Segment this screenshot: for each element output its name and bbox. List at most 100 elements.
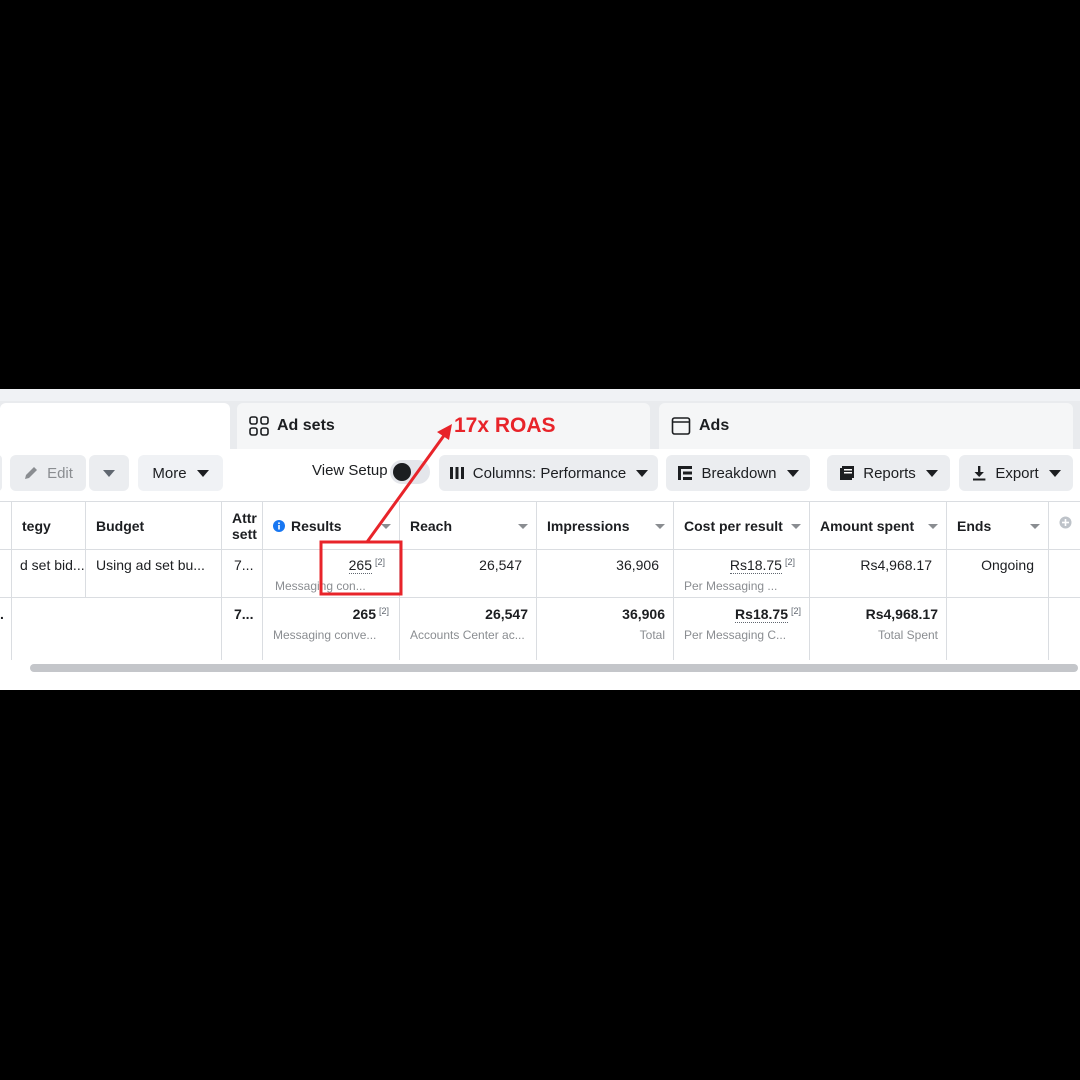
summary-lead-cell: .: [0, 598, 12, 660]
summary-amount-spent: Rs4,968.17 Total Spent: [810, 598, 947, 660]
header-results-label: Results: [291, 518, 342, 534]
more-label: More: [152, 464, 187, 482]
header-cost-per-result[interactable]: Cost per result: [674, 502, 810, 549]
summary-cost-value[interactable]: Rs18.75: [735, 606, 788, 623]
tab-ads-label: Ads: [699, 417, 730, 434]
header-ends-label: Ends: [957, 518, 992, 534]
summary-cost-subtext: Per Messaging C...: [684, 628, 787, 642]
chevron-down-icon: [786, 469, 799, 477]
summary-results-subtext: Messaging conve...: [273, 628, 377, 642]
breakdown-button[interactable]: Breakdown: [666, 455, 810, 491]
header-results[interactable]: Results: [263, 502, 400, 549]
header-impressions-label: Impressions: [547, 518, 630, 534]
breakdown-label: Breakdown: [701, 464, 777, 482]
cell-results[interactable]: 265 [2] Messaging con...: [263, 549, 400, 597]
header-reach[interactable]: Reach: [400, 502, 537, 549]
cost-ref: [2]: [784, 557, 795, 567]
summary-impressions-subtext: Total: [639, 628, 665, 642]
summary-reach-subtext: Accounts Center ac...: [410, 628, 525, 642]
row-select-cell[interactable]: [0, 549, 12, 597]
sort-icon[interactable]: [381, 524, 391, 529]
sort-icon[interactable]: [1030, 524, 1040, 529]
header-ends[interactable]: Ends: [947, 502, 1049, 549]
sort-icon[interactable]: [518, 524, 528, 529]
header-amount-spent[interactable]: Amount spent: [810, 502, 947, 549]
header-attribution-label: Attr sett: [232, 510, 257, 542]
header-impressions[interactable]: Impressions: [537, 502, 674, 549]
cell-bid-strategy: d set bid...: [12, 549, 86, 597]
header-cost-label: Cost per result: [684, 518, 783, 534]
annotation-label: 17x ROAS: [454, 414, 556, 437]
header-bid-strategy-label: tegy: [22, 518, 51, 534]
download-icon: [973, 466, 986, 481]
header-bid-strategy[interactable]: tegy: [12, 502, 86, 549]
table-row[interactable]: d set bid... Using ad set bu... 7... 265…: [0, 549, 1080, 598]
summary-cost-per-result: Rs18.75 [2] Per Messaging C...: [674, 598, 810, 660]
reports-button[interactable]: Reports: [827, 455, 950, 491]
sort-icon[interactable]: [791, 524, 801, 529]
edit-button[interactable]: Edit: [10, 455, 86, 491]
more-button[interactable]: More: [138, 455, 223, 491]
cost-subtext: Per Messaging ...: [684, 579, 778, 593]
pencil-icon: [25, 467, 38, 479]
table-summary-row: . 7... 265 [2] Messaging conve... 26,547 …: [0, 598, 1080, 660]
table-header-row: tegy Budget Attr sett Results Reach Impr…: [0, 501, 1080, 550]
tab-ads[interactable]: Ads: [659, 403, 1073, 449]
chevron-down-icon: [925, 469, 938, 477]
results-value[interactable]: 265: [348, 557, 372, 574]
columns-label: Columns: Performance: [472, 464, 627, 482]
edit-dropdown-button[interactable]: [89, 455, 129, 491]
columns-icon: [449, 467, 464, 479]
top-strip: [0, 389, 1080, 401]
summary-amount-subtext: Total Spent: [877, 628, 938, 642]
header-budget[interactable]: Budget: [86, 502, 222, 549]
header-amount-label: Amount spent: [820, 518, 915, 534]
summary-reach-value: 26,547: [485, 606, 528, 622]
chevron-down-icon: [103, 469, 115, 477]
view-setup-label: View Setup: [312, 462, 388, 479]
sort-icon[interactable]: [655, 524, 665, 529]
tab-ad-sets-label: Ad sets: [277, 417, 335, 434]
results-table: tegy Budget Attr sett Results Reach Impr…: [0, 501, 1080, 661]
summary-results-value: 265: [352, 606, 376, 622]
cell-reach: 26,547: [400, 549, 537, 597]
horizontal-scrollbar[interactable]: [30, 664, 1078, 672]
toolbar: Edit More View Setup Columns: Performanc…: [0, 449, 1080, 501]
create-button-edge[interactable]: [0, 455, 2, 491]
chevron-down-icon: [196, 469, 209, 477]
summary-results-ref: [2]: [378, 606, 389, 616]
reports-icon: [840, 466, 855, 480]
export-label: Export: [995, 464, 1039, 482]
add-column-icon[interactable]: [1059, 516, 1072, 529]
toggle-knob: [393, 463, 411, 481]
sort-icon[interactable]: [928, 524, 938, 529]
tab-campaigns[interactable]: [0, 403, 230, 449]
header-select-cell: [0, 502, 12, 549]
ads-window-icon: [671, 416, 691, 436]
summary-amount-value: Rs4,968.17: [865, 606, 938, 622]
summary-attribution: 7...: [222, 598, 263, 660]
cell-cost-per-result[interactable]: Rs18.75 [2] Per Messaging ...: [674, 549, 810, 597]
header-attribution[interactable]: Attr sett: [222, 502, 263, 549]
columns-button[interactable]: Columns: Performance: [439, 455, 658, 491]
summary-results: 265 [2] Messaging conve...: [263, 598, 400, 660]
cell-amount-spent: Rs4,968.17: [810, 549, 947, 597]
add-column-cell[interactable]: [1049, 502, 1080, 549]
export-button[interactable]: Export: [959, 455, 1073, 491]
view-setup-toggle[interactable]: [390, 460, 430, 484]
header-budget-label: Budget: [96, 518, 145, 534]
breakdown-icon: [678, 466, 693, 480]
reports-label: Reports: [863, 464, 916, 482]
cost-value[interactable]: Rs18.75: [729, 557, 782, 574]
summary-ends: [947, 598, 1049, 660]
chevron-down-icon: [636, 469, 649, 477]
chevron-down-icon: [1048, 469, 1061, 477]
summary-empty-cell: [12, 598, 222, 660]
summary-cost-ref: [2]: [790, 606, 801, 616]
cell-ends: Ongoing: [947, 549, 1049, 597]
tab-ad-sets[interactable]: Ad sets: [237, 403, 650, 449]
summary-impressions-value: 36,906: [622, 606, 665, 622]
info-icon[interactable]: [273, 520, 285, 532]
summary-impressions: 36,906 Total: [537, 598, 674, 660]
header-reach-label: Reach: [410, 518, 453, 534]
